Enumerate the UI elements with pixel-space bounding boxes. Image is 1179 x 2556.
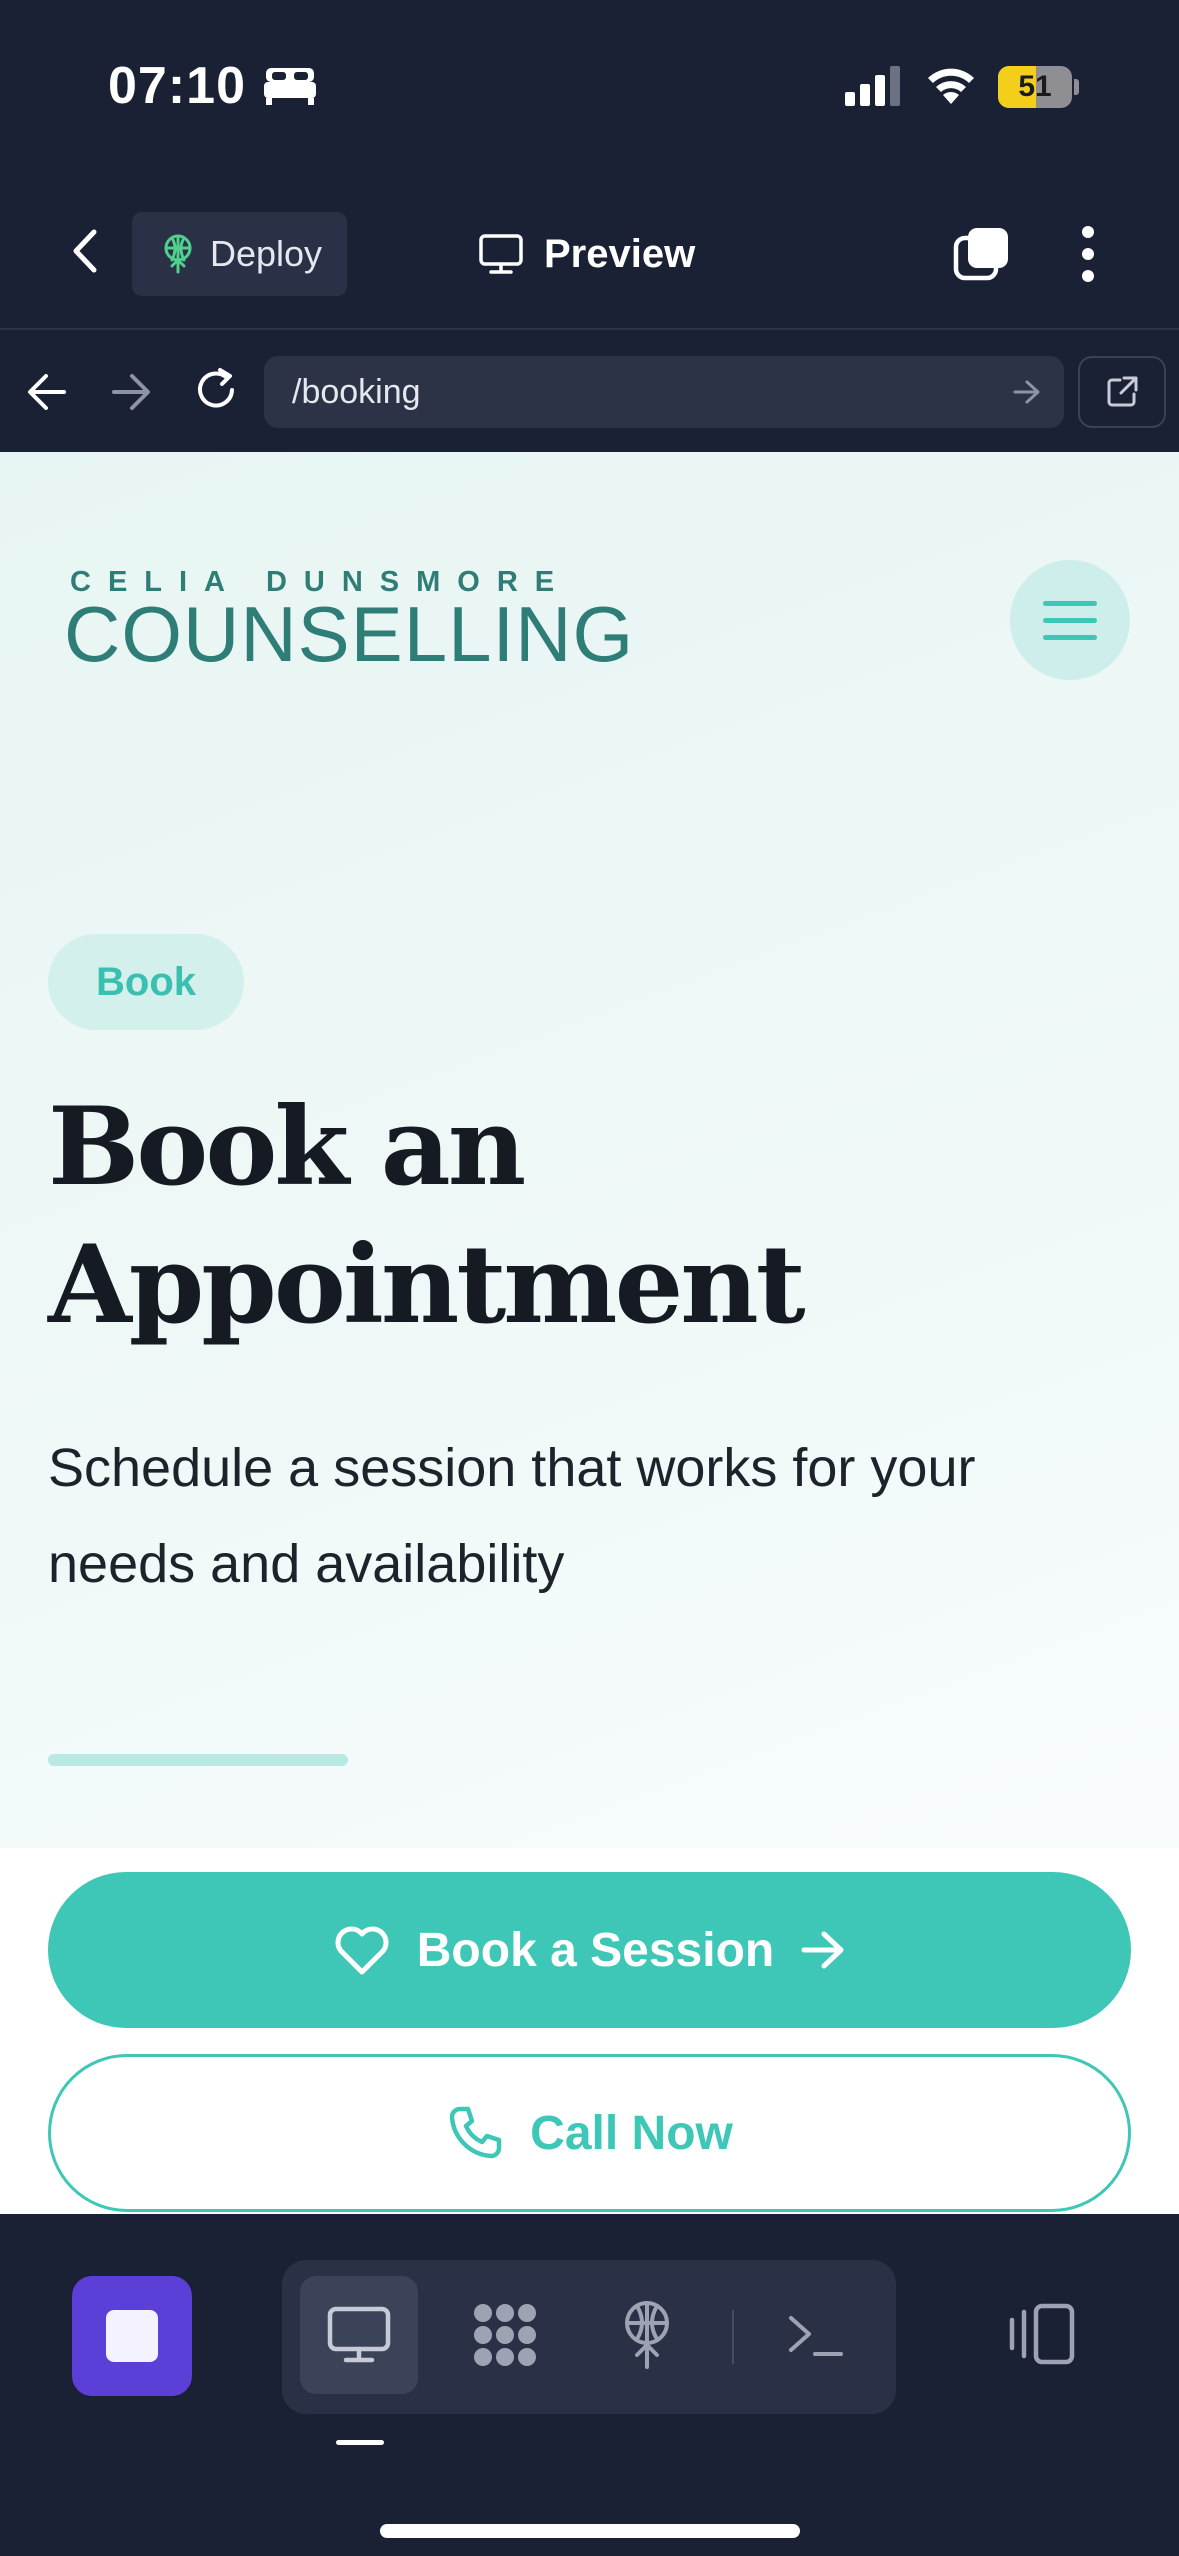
- arrow-left-icon[interactable]: [24, 370, 70, 414]
- deploy-icon: [164, 234, 192, 274]
- go-arrow-icon[interactable]: [1012, 378, 1042, 406]
- monitor-icon: [479, 234, 523, 274]
- cta-area: Book a Session Call Now: [0, 1848, 1179, 2214]
- chevron-left-icon[interactable]: [62, 226, 112, 276]
- external-link-icon: [1107, 376, 1138, 407]
- status-time: 07:10: [108, 57, 246, 115]
- stop-icon: [106, 2310, 158, 2362]
- title-line-2: Appointment: [48, 1222, 806, 1348]
- deploy-icon: [625, 2301, 669, 2369]
- desktop-icon: [327, 2306, 391, 2363]
- desktop-tool-button[interactable]: [300, 2276, 418, 2394]
- tab-preview[interactable]: Preview: [478, 212, 695, 296]
- web-page: CELIA DUNSMORE COUNSELLING Book Book an …: [0, 452, 1179, 2214]
- bottom-toolbar: [0, 2214, 1179, 2556]
- url-text: /booking: [292, 372, 421, 411]
- stop-button[interactable]: [72, 2276, 192, 2396]
- book-session-button[interactable]: Book a Session: [48, 1872, 1131, 2028]
- reload-icon[interactable]: [192, 366, 240, 414]
- accent-divider: [48, 1754, 348, 1766]
- arrow-right-icon[interactable]: [108, 370, 154, 414]
- battery-icon: 51: [998, 66, 1079, 108]
- page-subtitle: Schedule a session that works for your n…: [48, 1438, 976, 1594]
- menu-icon: [1043, 600, 1097, 606]
- call-now-label: Call Now: [530, 2106, 733, 2160]
- site-logo[interactable]: CELIA DUNSMORE COUNSELLING: [64, 566, 634, 673]
- deploy-tool-button[interactable]: [588, 2276, 706, 2394]
- call-now-button[interactable]: Call Now: [48, 2054, 1131, 2212]
- tabs-icon[interactable]: [952, 224, 1012, 284]
- menu-button[interactable]: [1010, 560, 1130, 680]
- grid-tool-button[interactable]: [446, 2276, 564, 2394]
- open-external-button[interactable]: [1078, 356, 1166, 428]
- more-vertical-icon[interactable]: [1066, 224, 1110, 284]
- bed-icon: [264, 68, 316, 105]
- app-header: Deploy Preview: [0, 190, 1179, 330]
- terminal-icon: [789, 2316, 843, 2356]
- preview-label: Preview: [544, 231, 696, 276]
- terminal-tool-button[interactable]: [756, 2276, 874, 2394]
- arrow-right-icon: [801, 1931, 844, 1969]
- layout-icon[interactable]: [1006, 2302, 1078, 2366]
- deploy-label: Deploy: [210, 233, 323, 274]
- battery-level: 51: [1018, 70, 1052, 103]
- home-indicator: [380, 2524, 800, 2538]
- deploy-button[interactable]: Deploy: [132, 212, 347, 296]
- url-bar: /booking: [0, 332, 1179, 452]
- signal-icon: [845, 66, 900, 106]
- section-badge: Book: [48, 934, 244, 1030]
- wifi-icon: [928, 68, 974, 104]
- phone-icon: [449, 2106, 502, 2159]
- heart-icon: [335, 1926, 389, 1975]
- url-input[interactable]: /booking: [264, 356, 1064, 428]
- grid-icon: [474, 2304, 536, 2366]
- book-session-label: Book a Session: [416, 1923, 775, 1977]
- logo-main-text: COUNSELLING: [64, 590, 635, 678]
- title-line-1: Book an: [48, 1084, 526, 1210]
- tool-group: [282, 2260, 896, 2414]
- page-title: Book an Appointment: [48, 1078, 1048, 1354]
- active-tool-indicator: [336, 2440, 384, 2445]
- status-bar: 07:10 51: [0, 0, 1179, 180]
